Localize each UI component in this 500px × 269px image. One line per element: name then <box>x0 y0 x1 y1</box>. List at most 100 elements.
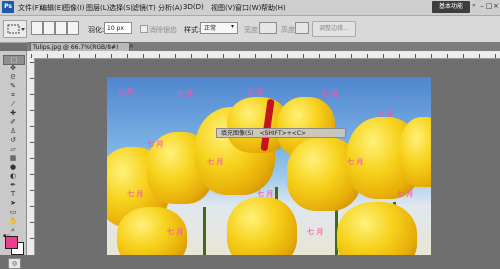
ruler-tick <box>303 54 304 58</box>
ruler-tick <box>463 54 464 58</box>
chevron-down-icon: ▾ <box>231 23 235 30</box>
blur-tool-icon[interactable]: ● <box>3 163 23 171</box>
ruler-tick <box>287 54 288 58</box>
ruler-tick <box>431 54 432 58</box>
ruler-tick <box>399 54 400 58</box>
feather-input[interactable]: 10 px <box>104 22 132 34</box>
gradient-tool-icon[interactable]: ▦ <box>3 154 23 162</box>
crop-tool-icon[interactable]: ⌗ <box>3 91 23 99</box>
ruler-tick <box>367 54 368 58</box>
type-tool-icon[interactable]: T <box>3 190 23 198</box>
ruler-tick <box>143 54 144 58</box>
tooltip-text: 填充图像(S) <box>221 130 254 137</box>
history-brush-tool-icon[interactable]: ↺ <box>3 136 23 144</box>
ruler-tick <box>30 142 34 143</box>
menu-window[interactable]: 窗口(W) <box>235 3 261 13</box>
foreground-color-swatch[interactable] <box>5 236 18 249</box>
ruler-tick <box>383 54 384 58</box>
menu-filter[interactable]: 滤镜(T) <box>132 3 156 13</box>
style-label: 样式: <box>184 26 201 34</box>
watermark-text: 七 月 <box>207 158 224 166</box>
ruler-tick <box>479 54 480 58</box>
antialias-checkbox[interactable] <box>140 25 148 33</box>
ruler-tick <box>351 54 352 58</box>
menu-image[interactable]: 图像(I) <box>63 3 85 13</box>
ruler-tick <box>30 206 34 207</box>
ruler-tick <box>207 54 208 58</box>
menu-view[interactable]: 视图(V) <box>211 3 235 13</box>
brush-tool-icon[interactable]: ✐ <box>3 118 23 126</box>
ruler-tick <box>223 54 224 58</box>
path-select-tool-icon[interactable]: ➤ <box>3 199 23 207</box>
ruler-tick <box>415 54 416 58</box>
height-input[interactable] <box>295 22 309 34</box>
ruler-tick <box>255 54 256 58</box>
watermark-text: 七 月 <box>247 88 264 96</box>
workspace-more-button[interactable]: » <box>472 2 476 9</box>
move-tool-icon[interactable]: ✥ <box>3 64 23 72</box>
add-selection-icon[interactable] <box>43 21 55 35</box>
watermark-text: 七 月 <box>177 90 194 98</box>
watermark-text: 七 月 <box>322 90 339 98</box>
width-input[interactable] <box>259 22 277 34</box>
tool-preset-picker[interactable] <box>3 20 27 38</box>
watermark-text: 七 月 <box>127 190 144 198</box>
width-label: 宽度: <box>244 26 261 34</box>
subtract-selection-icon[interactable] <box>55 21 67 35</box>
ruler-tick <box>63 54 64 58</box>
menu-file[interactable]: 文件(F) <box>18 3 42 13</box>
tooltip-shortcut: <SHIFT>+<C> <box>259 130 306 137</box>
shape-tool-icon[interactable]: ▭ <box>3 208 23 216</box>
lasso-tool-icon[interactable]: ᘓ <box>3 73 23 81</box>
watermark-text: 七 月 <box>147 140 164 148</box>
menu-tooltip: 填充图像(S) <SHIFT>+<C> <box>216 128 346 138</box>
watermark-text: 七 月 <box>167 228 184 236</box>
ruler-tick <box>95 54 96 58</box>
menu-select[interactable]: 选择(S) <box>109 3 133 13</box>
clone-stamp-tool-icon[interactable]: ♙ <box>3 127 23 135</box>
menu-edit[interactable]: 编辑(E) <box>40 3 64 13</box>
quick-mask-icon[interactable]: ◎ <box>8 258 21 269</box>
healing-brush-tool-icon[interactable]: ✚ <box>3 109 23 117</box>
ruler-tick <box>30 62 34 63</box>
tools-panel: ⬚ ✥ ᘓ ✎ ⌗ ⁄ ✚ ✐ ♙ ↺ ▱ ▦ ● ◐ ✒ T ➤ ▭ ✋ ⌕ … <box>0 51 27 269</box>
dodge-tool-icon[interactable]: ◐ <box>3 172 23 180</box>
tulip-stem <box>203 207 206 255</box>
eraser-tool-icon[interactable]: ▱ <box>3 145 23 153</box>
ruler-tick <box>30 174 34 175</box>
watermark-text: 七 月 <box>307 228 324 236</box>
ruler-tick <box>47 54 48 58</box>
new-selection-icon[interactable] <box>31 21 43 35</box>
ruler-tick <box>319 54 320 58</box>
tulip-flower <box>399 117 431 187</box>
workspace-essentials-button[interactable]: 基本功能 <box>432 1 470 13</box>
tab-close-icon[interactable]: × <box>129 43 134 50</box>
ruler-tick <box>239 54 240 58</box>
ruler-tick <box>335 54 336 58</box>
ruler-tick <box>175 54 176 58</box>
menu-help[interactable]: 帮助(H) <box>261 3 286 13</box>
tulip-flower <box>227 197 297 255</box>
ruler-tick <box>191 54 192 58</box>
tulip-flower <box>337 202 417 255</box>
intersect-selection-icon[interactable] <box>67 21 79 35</box>
document-tab[interactable]: Tulips.jpg @ 66.7%(RGB/8#) <box>30 42 130 51</box>
menu-3d[interactable]: 3D(D) <box>183 3 204 11</box>
document-canvas[interactable]: 七 月 七 月 七 月 七 月 七 月 七 月 七 月 七 月 七 月 七 月 … <box>107 77 431 255</box>
close-button[interactable]: × <box>492 2 500 11</box>
watermark-text: 七 月 <box>257 190 274 198</box>
pen-tool-icon[interactable]: ✒ <box>3 181 23 189</box>
ruler-tick <box>447 54 448 58</box>
options-bar: 羽化: 10 px 消除锯齿 样式: 正常 ▾ 宽度: 高度: 调整边缘... <box>0 16 500 43</box>
ruler-tick <box>30 222 34 223</box>
quick-select-tool-icon[interactable]: ✎ <box>3 82 23 90</box>
ruler-tick <box>271 54 272 58</box>
menu-analysis[interactable]: 分析(A) <box>158 3 182 13</box>
eyedropper-tool-icon[interactable]: ⁄ <box>3 100 23 108</box>
ruler-tick <box>79 54 80 58</box>
refine-edge-button[interactable]: 调整边缘... <box>312 21 356 37</box>
menu-layer[interactable]: 图层(L) <box>86 3 109 13</box>
marquee-preset-icon <box>7 24 25 34</box>
ruler-tick <box>111 54 112 58</box>
hand-tool-icon[interactable]: ✋ <box>3 217 23 225</box>
